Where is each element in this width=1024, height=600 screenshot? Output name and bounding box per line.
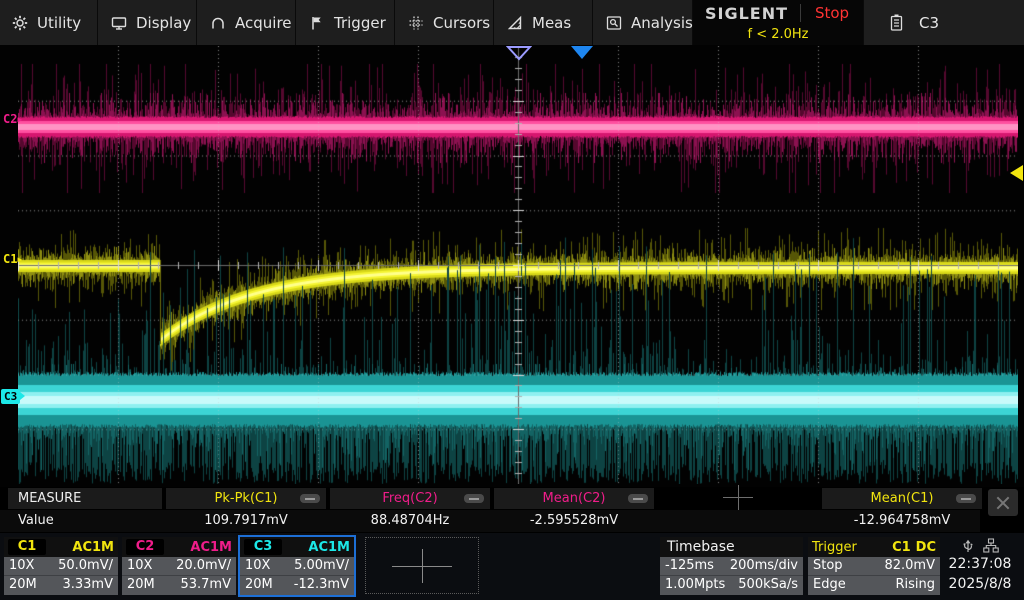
measure-slot-3[interactable]: Mean(C2) (494, 488, 654, 509)
bottom-status-bar: C1AC1M 10X50.0mV/ 20M3.33mV C2AC1M 10X20… (0, 533, 1024, 600)
c3-coupling: AC1M (308, 540, 350, 555)
trigger-slope: Rising (895, 576, 935, 594)
menu-display[interactable]: Display (99, 0, 197, 45)
clock-time: 22:37:08 (938, 554, 1022, 574)
trigger-box[interactable]: Trigger C1 DC Stop 82.0mV Edge Rising (808, 537, 940, 595)
c2-coupling: AC1M (190, 540, 232, 555)
menu-trigger-label: Trigger (334, 14, 386, 32)
measure-slot-2[interactable]: Freq(C2) (330, 488, 490, 509)
remove-measure-3-button[interactable] (628, 494, 648, 503)
menu-display-label: Display (136, 14, 191, 32)
measure-title: MEASURE (8, 488, 162, 509)
trigger-delay-marker[interactable] (506, 45, 532, 61)
system-status-block: 22:37:08 2025/8/8 (938, 537, 1022, 597)
add-measure-button[interactable] (723, 487, 753, 509)
run-state: Stop (800, 4, 863, 22)
trigger-status: Stop (813, 557, 843, 575)
trigger-coupling: DC (916, 540, 936, 555)
c1-position-marker[interactable]: C1▶ (3, 253, 22, 266)
usb-icon (962, 538, 974, 553)
trigger-position-marker[interactable] (570, 45, 594, 60)
measure-slot-2-name: Freq(C2) (382, 491, 437, 506)
trigger-source: C1 (892, 540, 911, 555)
lan-icon (983, 538, 999, 553)
waveform-plot-area: C2▶ C1▶ C3 (0, 45, 1024, 487)
waveform-canvas[interactable] (18, 46, 1018, 484)
menu-analysis-label: Analysis (631, 14, 693, 32)
c1-coupling: AC1M (72, 540, 114, 555)
measure-slot-1[interactable]: Pk-Pk(C1) (166, 488, 326, 509)
measure-slot-3-name: Mean(C2) (543, 491, 606, 506)
measure-value-2: 88.48704Hz (371, 510, 450, 532)
measure-bar: MEASURE Pk-Pk(C1) Freq(C2) Mean(C2) Mean… (0, 487, 1024, 533)
arch-icon (210, 15, 226, 31)
trigger-frequency-readout: f < 2.0Hz (693, 26, 863, 45)
close-measure-button[interactable] (988, 489, 1018, 516)
menu-analysis[interactable]: Analysis (594, 0, 693, 45)
magnifier-box-icon (606, 15, 622, 31)
add-channel-plus-icon (392, 551, 452, 581)
c2-badge: C2 (126, 539, 164, 555)
battery-icon (890, 14, 903, 31)
value-row-label: Value (18, 510, 54, 532)
measure-value-row: Value 109.7917mV 88.48704Hz -2.595528mV … (0, 510, 980, 532)
menu-cursors[interactable]: Cursors (396, 0, 494, 45)
c2-position-marker[interactable]: C2▶ (3, 113, 22, 126)
trigger-level-marker[interactable] (1008, 164, 1024, 182)
monitor-icon (111, 15, 127, 31)
menu-utility-label: Utility (37, 14, 81, 32)
timebase-memory: 1.00Mpts (665, 576, 725, 594)
menu-meas-label: Meas (532, 14, 571, 32)
menu-acquire[interactable]: Acquire (198, 0, 296, 45)
menu-cursors-label: Cursors (433, 14, 490, 32)
measure-value-1: 109.7917mV (204, 510, 288, 532)
add-channel-placeholder[interactable] (365, 537, 479, 594)
measure-slot-5[interactable]: Mean(C1) (822, 488, 982, 509)
timebase-scale: 200ms/div (730, 557, 798, 575)
active-channel-panel[interactable]: C3 (863, 0, 1024, 45)
channel-descriptor-c2[interactable]: C2AC1M 10X20.0mV/ 20M53.7mV (122, 537, 236, 595)
c3-position-marker[interactable]: C3 (1, 389, 20, 404)
menu-trigger[interactable]: Trigger (297, 0, 395, 45)
oscilloscope-screen: Utility Display Acquire Trigger Cursors … (0, 0, 1024, 600)
cursors-grid-icon (408, 15, 424, 31)
menu-utility[interactable]: Utility (0, 0, 98, 45)
timebase-delay: -125ms (665, 557, 714, 575)
menu-meas[interactable]: Meas (495, 0, 593, 45)
timebase-box[interactable]: Timebase -125ms 200ms/div 1.00Mpts 500kSa/… (660, 537, 803, 595)
c1-badge: C1 (8, 539, 46, 555)
siglent-logo: SIGLENT (693, 4, 800, 23)
active-channel-label: C3 (919, 14, 939, 32)
measure-value-3: -2.595528mV (530, 510, 618, 532)
channel-descriptor-c3[interactable]: C3AC1M 10X5.00mV/ 20M-12.3mV (240, 537, 354, 595)
trigger-level: 82.0mV (884, 557, 935, 575)
trigger-title: Trigger (812, 540, 857, 555)
gear-icon (12, 15, 28, 31)
remove-measure-1-button[interactable] (300, 494, 320, 503)
channel-descriptor-c1[interactable]: C1AC1M 10X50.0mV/ 20M3.33mV (4, 537, 118, 595)
status-panel: SIGLENT Stop f < 2.0Hz (693, 0, 863, 45)
remove-measure-5-button[interactable] (956, 494, 976, 503)
timebase-title: Timebase (660, 537, 803, 557)
measure-slot-5-name: Mean(C1) (871, 491, 934, 506)
flag-icon (309, 15, 325, 31)
c3-badge: C3 (244, 539, 282, 555)
timebase-samplerate: 500kSa/s (738, 576, 798, 594)
menu-acquire-label: Acquire (235, 14, 292, 32)
measure-value-5: -12.964758mV (854, 510, 951, 532)
remove-measure-2-button[interactable] (464, 494, 484, 503)
clock-date: 2025/8/8 (938, 574, 1022, 594)
set-square-icon (507, 15, 523, 31)
top-menu-bar: Utility Display Acquire Trigger Cursors … (0, 0, 1024, 45)
trigger-type: Edge (813, 576, 846, 594)
measure-slot-1-name: Pk-Pk(C1) (215, 491, 278, 506)
